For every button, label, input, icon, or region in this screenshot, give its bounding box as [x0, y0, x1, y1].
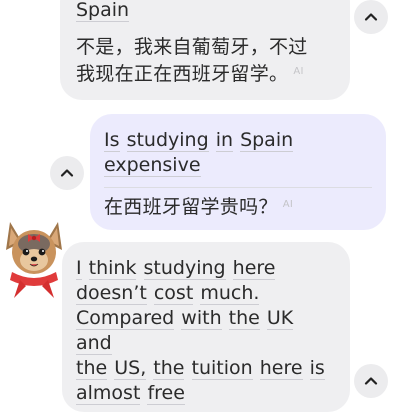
- word-token[interactable]: studying: [126, 129, 209, 152]
- text-line: Is studying in Spain: [104, 128, 372, 153]
- text-line: expensive: [104, 153, 372, 178]
- word-token[interactable]: I: [76, 257, 82, 280]
- tutor-avatar[interactable]: [2, 214, 66, 300]
- word-token[interactable]: think: [88, 257, 137, 280]
- word-token[interactable]: the: [228, 307, 260, 330]
- word-token[interactable]: almost: [76, 382, 141, 405]
- word-token[interactable]: in: [215, 129, 234, 152]
- ai-badge: AI: [282, 199, 294, 210]
- chevron-up-icon: [364, 377, 378, 385]
- text-line: Compared with the UK and: [76, 306, 336, 356]
- tutor-message-bubble: Spain 不是，我来自葡萄牙，不过 我现在正在西班牙留学。 AI: [60, 0, 350, 100]
- text-line: almost free: [76, 381, 336, 406]
- word-token[interactable]: doesn’t: [76, 282, 147, 305]
- word-token[interactable]: free: [147, 382, 185, 405]
- word-token[interactable]: Spain: [240, 129, 294, 152]
- text-line: doesn’t cost much.: [76, 281, 336, 306]
- word-token[interactable]: is: [309, 357, 325, 380]
- word-token[interactable]: here: [232, 257, 276, 280]
- word-token[interactable]: Spain: [76, 0, 130, 22]
- translation-line: 不是，我来自葡萄牙，不过: [76, 36, 308, 58]
- word-token[interactable]: Compared: [76, 307, 175, 330]
- word-token[interactable]: and: [76, 332, 112, 355]
- chevron-up-icon: [364, 13, 378, 21]
- message-english-text: Spain: [76, 0, 334, 22]
- message-translation: 在西班牙留学贵吗？ AI: [104, 196, 294, 218]
- translation-line: 我现在正在西班牙留学。 AI: [76, 63, 304, 85]
- message-translation: 不是，我来自葡萄牙，不过 我现在正在西班牙留学。 AI: [76, 34, 334, 88]
- chevron-up-icon: [60, 169, 74, 177]
- translation-divider: [104, 187, 372, 188]
- message-english-text: I think studying here doesn’t cost much.…: [76, 256, 336, 406]
- word-token[interactable]: the: [76, 357, 108, 380]
- word-token[interactable]: US,: [114, 357, 147, 380]
- word-token[interactable]: UK: [266, 307, 294, 330]
- word-token[interactable]: much.: [200, 282, 260, 305]
- word-token[interactable]: expensive: [104, 154, 201, 177]
- word-token[interactable]: here: [259, 357, 303, 380]
- user-message-bubble: Is studying in Spain expensive 在西班牙留学贵吗？…: [90, 114, 386, 230]
- text-line: I think studying here: [76, 256, 336, 281]
- word-token[interactable]: studying: [143, 257, 226, 280]
- word-token[interactable]: cost: [153, 282, 194, 305]
- word-token[interactable]: the: [153, 357, 185, 380]
- collapse-translation-button[interactable]: [50, 156, 84, 190]
- message-english-text: Is studying in Spain expensive: [104, 128, 372, 178]
- collapse-translation-button[interactable]: [354, 0, 388, 34]
- tutor-message-bubble: I think studying here doesn’t cost much.…: [62, 242, 350, 412]
- text-line: the US, the tuition here is: [76, 356, 336, 381]
- word-token[interactable]: Is: [104, 129, 120, 152]
- word-token[interactable]: tuition: [191, 357, 253, 380]
- collapse-translation-button[interactable]: [354, 364, 388, 398]
- word-token[interactable]: with: [181, 307, 222, 330]
- ai-badge: AI: [293, 66, 304, 77]
